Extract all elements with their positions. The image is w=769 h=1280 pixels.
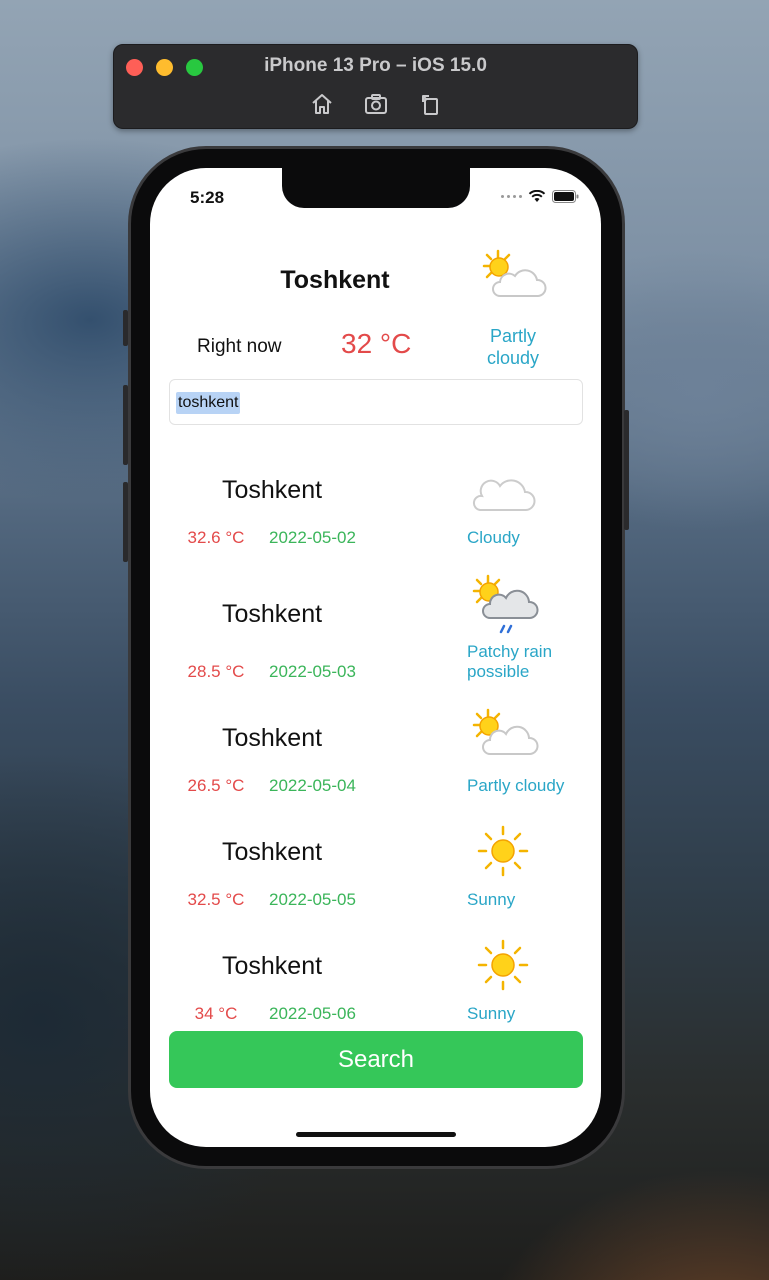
current-city: Toshkent — [280, 266, 390, 294]
patchy-rain-icon — [472, 574, 539, 634]
simulator-toolbar: iPhone 13 Pro – iOS 15.0 — [113, 44, 638, 129]
home-indicator[interactable] — [296, 1132, 456, 1137]
app-screen: 5:28 Toshkent Right now 32 °C Partly clo… — [150, 168, 601, 1147]
forecast-date: 2022-05-04 — [269, 776, 356, 795]
forecast-temperature: 32.6 °C — [187, 528, 245, 547]
home-icon[interactable] — [309, 91, 335, 117]
notch — [282, 168, 470, 208]
screenshot-icon[interactable] — [363, 91, 389, 117]
forecast-condition: Sunny — [467, 1004, 516, 1023]
forecast-temperature: 32.5 °C — [187, 890, 245, 909]
volume-up-button — [123, 385, 128, 465]
rotate-icon[interactable] — [417, 91, 443, 117]
sunny-icon — [477, 939, 529, 991]
simulator-title: iPhone 13 Pro – iOS 15.0 — [264, 55, 487, 76]
status-time: 5:28 — [190, 188, 225, 207]
forecast-city: Toshkent — [222, 838, 323, 866]
volume-down-button — [123, 482, 128, 562]
mute-switch — [123, 310, 128, 346]
city-search-field[interactable]: toshkent — [169, 379, 583, 425]
current-temperature: 32 °C — [341, 328, 412, 359]
battery-icon — [552, 190, 579, 203]
forecast-city: Toshkent — [222, 476, 323, 504]
forecast-city: Toshkent — [222, 600, 323, 628]
power-button — [624, 410, 629, 530]
partly-cloudy-icon — [482, 249, 547, 297]
forecast-date: 2022-05-03 — [269, 662, 356, 681]
forecast-temperature: 28.5 °C — [187, 662, 245, 681]
forecast-condition: Partly cloudy — [467, 776, 565, 795]
forecast-temperature: 26.5 °C — [187, 776, 245, 795]
current-condition: Partly cloudy — [486, 326, 540, 368]
forecast-city: Toshkent — [222, 952, 323, 980]
forecast-city: Toshkent — [222, 724, 323, 752]
sunny-icon — [477, 825, 529, 877]
search-input-text[interactable]: toshkent — [176, 392, 241, 414]
forecast-condition: Cloudy — [467, 528, 520, 547]
forecast-condition: Patchy rain possible — [467, 642, 553, 681]
forecast-condition: Sunny — [467, 890, 516, 909]
forecast-date: 2022-05-06 — [269, 1004, 356, 1023]
forecast-date: 2022-05-02 — [269, 528, 356, 547]
forecast-date: 2022-05-05 — [269, 890, 356, 909]
right-now-label: Right now — [197, 336, 282, 357]
wifi-icon — [528, 190, 546, 202]
partly-cloudy-icon — [472, 708, 539, 755]
forecast-temperature: 34 °C — [194, 1004, 238, 1023]
signal-dots-icon — [501, 195, 522, 198]
cloudy-icon — [472, 479, 536, 511]
search-button[interactable]: Search — [169, 1031, 583, 1088]
